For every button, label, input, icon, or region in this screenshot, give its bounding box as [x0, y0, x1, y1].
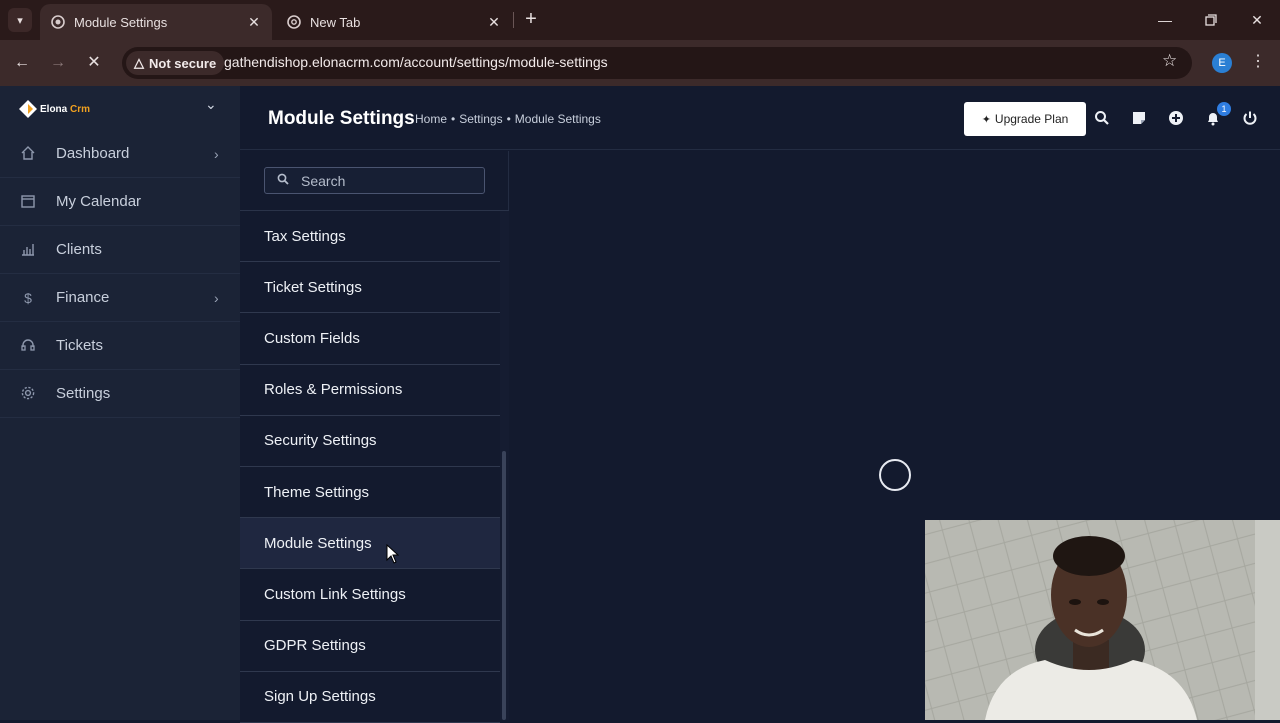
breadcrumb-current: Module Settings: [514, 112, 601, 126]
chrome-icon: [286, 14, 302, 30]
sidebar-item-label: Clients: [56, 241, 102, 258]
close-window-icon[interactable]: ✕: [1245, 8, 1269, 32]
sidebar-item-dashboard[interactable]: Dashboard ›: [0, 130, 240, 178]
upgrade-plan-button[interactable]: ✦ Upgrade Plan: [964, 102, 1086, 136]
sidebar-item-label: Tickets: [56, 337, 103, 354]
tab-module-settings[interactable]: Module Settings ✕: [40, 4, 272, 40]
profile-avatar[interactable]: E: [1212, 53, 1232, 73]
search-input[interactable]: [301, 171, 476, 191]
webcam-overlay: [925, 520, 1280, 720]
settings-item-gdpr[interactable]: GDPR Settings: [240, 621, 500, 672]
bookmark-star-icon[interactable]: ☆: [1162, 51, 1177, 71]
settings-item-custom-fields[interactable]: Custom Fields: [240, 313, 500, 365]
page-title: Module Settings: [268, 108, 415, 129]
dollar-icon: $: [24, 289, 32, 306]
gear-icon: [19, 385, 37, 403]
chevron-down-icon[interactable]: ⌄: [205, 96, 217, 113]
url-text[interactable]: gathendishop.elonacrm.com/account/settin…: [224, 54, 608, 70]
warning-triangle-icon: △: [134, 55, 144, 70]
tab-new-tab[interactable]: New Tab ✕: [276, 4, 512, 40]
site-favicon-icon: [50, 14, 66, 30]
presenter-video-image: [925, 520, 1280, 720]
security-label: Not secure: [149, 55, 217, 71]
mouse-cursor-icon: [386, 543, 400, 564]
brand-name: Elona Crm: [40, 103, 91, 115]
settings-item-theme[interactable]: Theme Settings: [240, 467, 500, 519]
tab-title: Module Settings: [74, 14, 168, 30]
sidebar-item-clients[interactable]: Clients: [0, 226, 240, 274]
tab-close-icon[interactable]: ✕: [486, 14, 502, 31]
settings-item-sign-up[interactable]: Sign Up Settings: [240, 672, 500, 723]
settings-item-ticket[interactable]: Ticket Settings: [240, 262, 500, 314]
scrollbar-thumb[interactable]: [502, 451, 506, 720]
add-circle-icon[interactable]: [1166, 108, 1186, 128]
search-icon: [277, 173, 289, 188]
power-icon[interactable]: [1240, 108, 1260, 128]
sidebar-item-label: Dashboard: [56, 145, 130, 162]
browser-menu-icon[interactable]: ⋮: [1250, 51, 1266, 71]
settings-item-roles-permissions[interactable]: Roles & Permissions: [240, 365, 500, 416]
settings-menu-list: Tax Settings Ticket Settings Custom Fiel…: [240, 211, 500, 723]
minimize-icon[interactable]: —: [1153, 8, 1177, 32]
settings-item-module[interactable]: Module Settings: [240, 518, 500, 570]
tab-title: New Tab: [310, 14, 361, 30]
browser-tab-bar: ▾ Module Settings ✕ New Tab ✕ + — ✕: [0, 0, 1280, 40]
calendar-icon: [19, 193, 37, 211]
tab-close-icon[interactable]: ✕: [246, 14, 262, 31]
sidebar-item-tickets[interactable]: Tickets: [0, 322, 240, 370]
home-icon: [19, 145, 37, 163]
chevron-right-icon: ›: [214, 289, 219, 306]
chevron-right-icon: ›: [214, 145, 219, 162]
sidebar-item-label: My Calendar: [56, 193, 142, 210]
breadcrumb-separator: •: [506, 112, 511, 126]
settings-item-tax[interactable]: Tax Settings: [240, 211, 500, 263]
browser-toolbar: ← → ✕ △ Not secure gathendishop.elonacrm…: [0, 40, 1280, 86]
page-header: Module Settings Home • Settings • Module…: [240, 86, 1280, 150]
address-bar[interactable]: △ Not secure gathendishop.elonacrm.com/a…: [122, 47, 1192, 79]
forward-arrow-icon[interactable]: →: [46, 51, 70, 75]
settings-item-security[interactable]: Security Settings: [240, 416, 500, 467]
back-arrow-icon[interactable]: ←: [10, 51, 34, 75]
site-info-chip[interactable]: △ Not secure: [126, 51, 225, 75]
brand-logo[interactable]: Elona Crm: [18, 96, 90, 122]
loading-spinner-icon: [879, 459, 911, 491]
upgrade-label: Upgrade Plan: [994, 112, 1069, 126]
new-tab-button[interactable]: +: [520, 8, 542, 32]
sidebar-item-settings[interactable]: Settings: [0, 370, 240, 418]
sidebar-item-label: Settings: [56, 385, 111, 402]
settings-search-box[interactable]: [264, 167, 485, 194]
notification-badge: 1: [1217, 102, 1231, 116]
tab-divider: [513, 12, 514, 28]
stop-loading-icon[interactable]: ✕: [82, 51, 106, 75]
logo-icon: [18, 99, 38, 119]
sidebar-item-label: Finance: [56, 289, 110, 306]
app-sidebar: Elona Crm ⌄ Dashboard › My Calendar Clie…: [0, 86, 240, 720]
search-icon[interactable]: [1092, 108, 1112, 128]
tab-search-button[interactable]: ▾: [8, 8, 32, 32]
breadcrumb-settings[interactable]: Settings: [459, 112, 502, 126]
breadcrumb-home[interactable]: Home: [415, 112, 447, 126]
headset-icon: [19, 337, 37, 355]
sparkle-icon: ✦: [981, 113, 991, 126]
settings-menu-panel: Tax Settings Ticket Settings Custom Fiel…: [240, 151, 509, 723]
sidebar-item-finance[interactable]: $ Finance ›: [0, 274, 240, 322]
restore-icon[interactable]: [1199, 8, 1223, 32]
breadcrumb-separator: •: [451, 112, 456, 126]
sticky-note-icon[interactable]: [1129, 108, 1149, 128]
breadcrumb: Home • Settings • Module Settings: [415, 112, 601, 126]
settings-item-custom-link[interactable]: Custom Link Settings: [240, 569, 500, 621]
chart-bar-icon: [19, 241, 37, 259]
sidebar-item-my-calendar[interactable]: My Calendar: [0, 178, 240, 226]
